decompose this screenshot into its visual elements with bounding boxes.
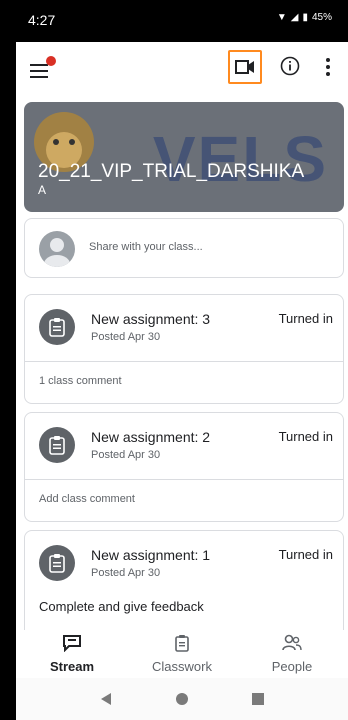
app-bar [16, 42, 348, 94]
people-icon [282, 634, 302, 651]
battery-icon: ▮ [302, 12, 308, 23]
classwork-icon [175, 635, 189, 652]
stream-post[interactable]: New assignment: 2 Posted Apr 30 Turned i… [24, 412, 344, 522]
share-placeholder: Share with your class... [89, 241, 203, 253]
add-class-comment-link[interactable]: Add class comment [39, 493, 135, 505]
class-info-button[interactable] [278, 54, 302, 78]
more-vertical-icon [326, 58, 330, 76]
divider [25, 361, 343, 362]
post-date: Posted Apr 30 [91, 567, 161, 579]
assignment-icon [39, 545, 75, 581]
video-camera-icon [235, 60, 254, 74]
battery-percent: 45% [311, 12, 332, 23]
nav-classwork[interactable]: Classwork [142, 634, 222, 674]
stream-post[interactable]: New assignment: 3 Posted Apr 30 Turned i… [24, 294, 344, 404]
share-with-class-card[interactable]: Share with your class... [24, 218, 344, 278]
video-meet-button[interactable] [228, 50, 262, 84]
nav-label-stream: Stream [49, 659, 95, 674]
notification-dot [46, 56, 56, 66]
bottom-navigation: Stream Classwork People [16, 630, 348, 678]
post-description: Complete and give feedback [39, 599, 204, 614]
avatar [39, 231, 75, 267]
class-section: A [38, 183, 47, 197]
person-icon [44, 238, 70, 267]
status-time: 4:27 [28, 12, 56, 28]
status-icons: ▼ ◢ ▮ 45% [277, 12, 332, 23]
nav-label-classwork: Classwork [152, 659, 212, 674]
post-status: Turned in [278, 429, 333, 444]
post-status: Turned in [278, 547, 333, 562]
status-bar: 4:27 ▼ ◢ ▮ 45% [16, 0, 348, 42]
menu-icon [30, 64, 48, 66]
divider [25, 479, 343, 480]
post-date: Posted Apr 30 [91, 449, 161, 461]
wifi-icon: ▼ [276, 12, 287, 23]
system-navigation-bar [16, 678, 348, 720]
signal-icon: ◢ [290, 12, 299, 23]
class-comment-link[interactable]: 1 class comment [39, 375, 122, 387]
stream-icon [63, 635, 81, 653]
home-icon[interactable] [175, 692, 189, 706]
recents-icon[interactable] [251, 692, 265, 706]
post-status: Turned in [278, 311, 333, 326]
banner-brand-text: VELS [152, 123, 328, 195]
class-banner[interactable]: VELS 20_21_VIP_TRIAL_DARSHIKA A [24, 102, 344, 212]
stream-post[interactable]: New assignment: 1 Posted Apr 30 Turned i… [24, 530, 344, 640]
assignment-icon [39, 309, 75, 345]
nav-people[interactable]: People [252, 634, 332, 674]
app-screen: VELS 20_21_VIP_TRIAL_DARSHIKA A Share wi… [16, 42, 348, 720]
nav-label-people: People [271, 659, 313, 674]
post-date: Posted Apr 30 [91, 331, 161, 343]
back-icon[interactable] [99, 692, 113, 706]
assignment-icon [39, 427, 75, 463]
post-title: New assignment: 1 [91, 547, 211, 563]
more-options-button[interactable] [318, 54, 338, 80]
class-title: 20_21_VIP_TRIAL_DARSHIKA [38, 161, 305, 182]
menu-button[interactable] [30, 56, 56, 80]
post-title: New assignment: 2 [91, 429, 211, 445]
info-icon [280, 56, 300, 76]
post-title: New assignment: 3 [91, 311, 211, 327]
nav-stream[interactable]: Stream [32, 634, 112, 674]
